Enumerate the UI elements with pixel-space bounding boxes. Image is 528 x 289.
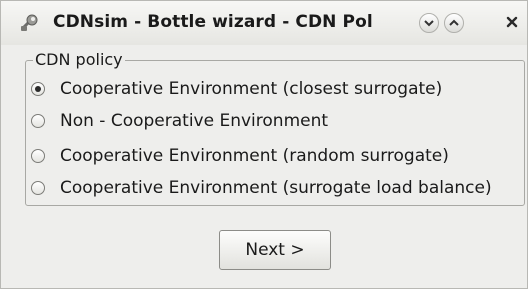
next-button[interactable]: Next > [219,230,331,270]
wizard-window: CDNsim - Bottle wizard - CDN Pol CDN pol… [0,0,528,289]
option-closest-surrogate[interactable]: Cooperative Environment (closest surroga… [31,78,442,100]
option-random-surrogate[interactable]: Cooperative Environment (random surrogat… [31,145,449,167]
minimize-button[interactable] [419,13,439,33]
option-label: Non - Cooperative Environment [60,111,329,131]
option-non-cooperative[interactable]: Non - Cooperative Environment [31,110,328,132]
title-bar[interactable]: CDNsim - Bottle wizard - CDN Pol [1,1,527,45]
option-label: Cooperative Environment (closest surroga… [60,79,443,99]
radio-button[interactable] [31,149,45,163]
wrench-icon[interactable] [19,13,41,33]
chevron-up-icon [449,19,459,26]
group-title: CDN policy [33,50,125,70]
radio-button[interactable] [31,181,45,195]
radio-button[interactable] [31,114,45,128]
option-label: Cooperative Environment (random surrogat… [60,146,449,166]
close-button[interactable] [503,11,523,33]
window-title: CDNsim - Bottle wizard - CDN Pol [53,12,373,32]
radio-button-checked[interactable] [31,82,45,96]
close-icon [506,16,518,28]
chevron-down-icon [424,20,434,27]
option-load-balance[interactable]: Cooperative Environment (surrogate load … [31,177,492,199]
option-label: Cooperative Environment (surrogate load … [60,178,492,198]
maximize-button[interactable] [444,13,464,33]
